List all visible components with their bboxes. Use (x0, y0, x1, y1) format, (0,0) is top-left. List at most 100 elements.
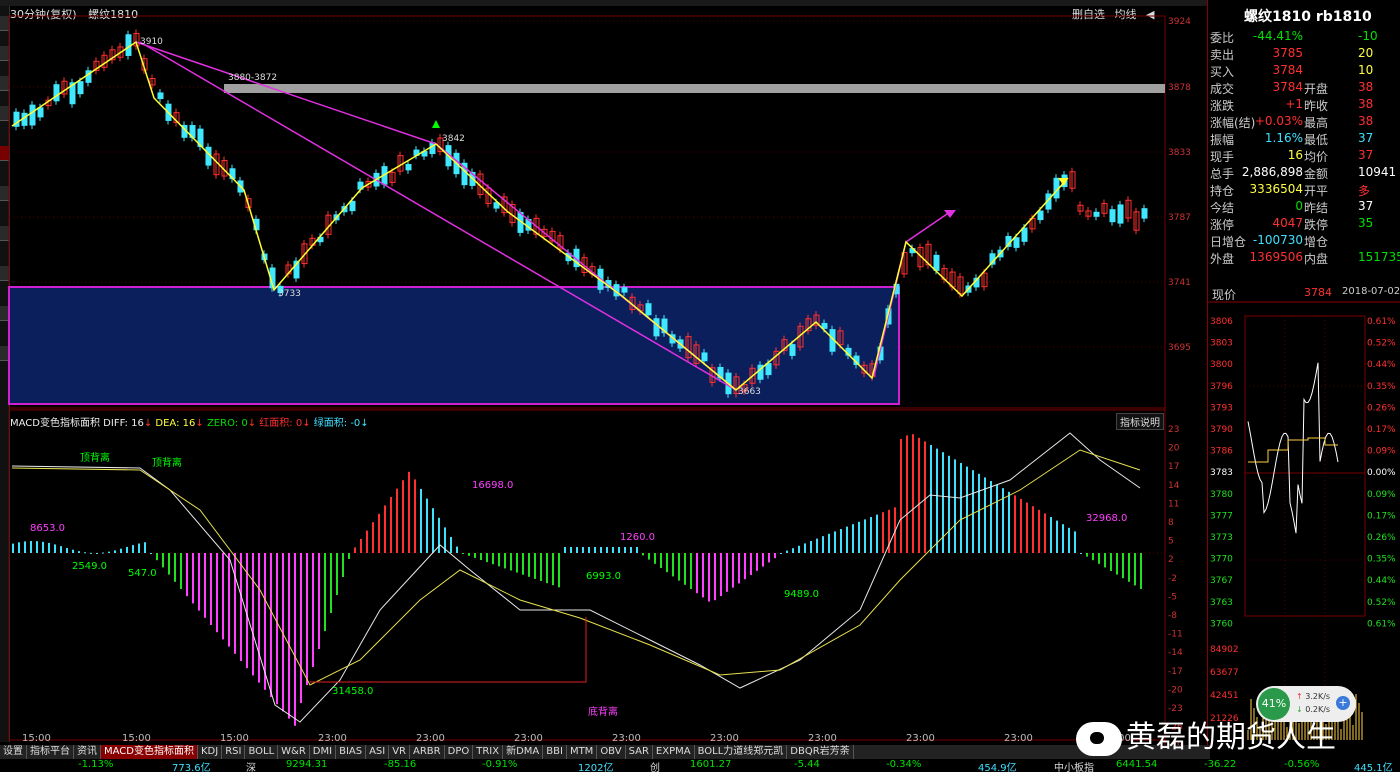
candle-body (405, 163, 412, 171)
tab-wr[interactable]: W&R (278, 745, 310, 759)
macd-bar (306, 553, 308, 685)
macd-bar (558, 553, 560, 588)
tab-rsi[interactable]: RSI (222, 745, 246, 759)
tab-indicator-platform[interactable]: 指标平台 (27, 745, 74, 759)
quote-label-2: 最低 (1304, 133, 1329, 147)
macd-bar (876, 514, 878, 553)
tab-settings[interactable]: 设置 (0, 745, 27, 759)
macd-bar (414, 479, 416, 553)
svg-text:顶背离: 顶背离 (152, 456, 182, 469)
macd-bar (702, 553, 704, 598)
quote-label-2: 增仓 (1304, 235, 1329, 249)
macd-bar (1014, 495, 1016, 553)
intraday-price-tick: 3790 (1210, 425, 1233, 435)
intraday-pct-tick: 0.17% (1367, 425, 1396, 435)
tab-bias[interactable]: BIAS (336, 745, 367, 759)
intraday-pct-axis: 0.61% 0.52% 0.44% 0.35% 0.26% 0.17% 0.09% 0.00%… (1367, 317, 1396, 629)
intraday-pct-tick: 0.35% (1367, 555, 1396, 565)
macd-bar (834, 531, 836, 553)
tab-mtm[interactable]: MTM (567, 745, 598, 759)
macd-bar (114, 550, 116, 553)
tab-expma[interactable]: EXPMA (653, 745, 695, 759)
tab-arbr[interactable]: ARBR (410, 745, 445, 759)
quote-label-2: 跌停 (1304, 218, 1329, 232)
macd-bar (474, 553, 476, 558)
macd-axis-tick: 5 (1168, 537, 1174, 547)
macd-bar (534, 553, 536, 579)
macd-bar (642, 553, 644, 556)
macd-bar (186, 553, 188, 597)
quote-value-2: 多 (1358, 184, 1371, 198)
macd-bar (54, 544, 56, 553)
macd-bar (768, 553, 770, 563)
svg-text:23:00: 23:00 (808, 733, 837, 744)
quote-value: 16 (1287, 148, 1303, 162)
svg-text:6993.0: 6993.0 (586, 571, 621, 582)
quote-label: 涨跌 (1210, 99, 1235, 113)
svg-text:顶背离: 顶背离 (80, 451, 110, 464)
svg-text:23:00: 23:00 (514, 733, 543, 744)
intraday-price-tick: 3777 (1210, 511, 1233, 521)
quote-row: 涨跌 +1 昨收 38 (1208, 97, 1400, 114)
macd-bar (732, 553, 734, 588)
svg-text:8653.0: 8653.0 (30, 523, 65, 534)
macd-bar (390, 497, 392, 553)
quote-value-2: 35 (1358, 216, 1374, 230)
tab-news[interactable]: 资讯 (74, 745, 101, 759)
tab-dbqr[interactable]: DBQR岩芳荼 (787, 745, 854, 759)
indicator-help-button[interactable]: 指标说明 (1116, 413, 1164, 430)
tab-obv[interactable]: OBV (597, 745, 626, 759)
quote-row: 涨幅(结) +0.03% 最高 38 (1208, 114, 1400, 131)
macd-bar (546, 553, 548, 584)
tab-asi[interactable]: ASI (366, 745, 390, 759)
macd-bar (846, 526, 848, 553)
quote-row: 日增仓 -100730 增仓 (1208, 233, 1400, 250)
tab-macd[interactable]: MACD变色指标面积 (101, 745, 198, 759)
macd-bar (234, 553, 236, 654)
macd-bar (1086, 553, 1088, 557)
quote-label: 涨停 (1210, 218, 1235, 232)
tab-boll[interactable]: BOLL (245, 745, 279, 759)
svg-text:23:00: 23:00 (318, 733, 347, 744)
buy-signal-arrow-icon (432, 120, 440, 128)
macd-bar (1140, 553, 1142, 589)
tab-vr[interactable]: VR (389, 745, 411, 759)
macd-bar (240, 553, 242, 661)
quote-value: 3336504 (1249, 182, 1303, 196)
plus-icon[interactable]: + (1336, 696, 1350, 710)
macd-bar (468, 553, 470, 556)
candle-body (1141, 208, 1148, 219)
intraday-price-tick: 3803 (1210, 339, 1233, 349)
macd-bar (432, 508, 434, 553)
tab-bbi[interactable]: BBI (543, 745, 567, 759)
macd-diff: DIFF: 16 (103, 418, 144, 429)
quote-row: 卖出 3785 20 (1208, 46, 1400, 63)
resistance-zone (224, 84, 1165, 93)
tab-sar[interactable]: SAR (626, 745, 653, 759)
macd-bar (84, 552, 86, 554)
tab-trix[interactable]: TRIX (473, 745, 504, 759)
macd-bar (36, 541, 38, 553)
tab-new-dma[interactable]: 新DMA (503, 745, 544, 759)
macd-bar (690, 553, 692, 589)
tab-dpo[interactable]: DPO (445, 745, 474, 759)
quote-row: 外盘 1369506 内盘 151735 (1208, 250, 1400, 267)
macd-bar (318, 553, 320, 649)
quote-row: 买入 3784 10 (1208, 63, 1400, 80)
intraday-pct-tick: 0.61% (1367, 619, 1396, 629)
svg-text:23:00: 23:00 (906, 733, 935, 744)
macd-bar (216, 553, 218, 633)
macd-bar (552, 553, 554, 586)
macd-name[interactable]: MACD变色指标面积 (10, 418, 100, 429)
macd-header: MACD变色指标面积 DIFF: 16↓ DEA: 16↓ ZERO: 0↓ 红… (10, 418, 369, 429)
tab-kdj[interactable]: KDJ (198, 745, 223, 759)
quote-value: +1 (1285, 97, 1303, 111)
macd-axis-tick: 2 (1168, 555, 1174, 565)
intraday-price-tick: 3783 (1210, 468, 1233, 478)
tab-dmi[interactable]: DMI (310, 745, 337, 759)
quote-value: 3784 (1272, 80, 1303, 94)
intraday-price-tick: 3806 (1210, 317, 1233, 327)
quote-value-2: 38 (1358, 97, 1374, 111)
tab-boll-force[interactable]: BOLL力道线郑元凯 (695, 745, 788, 759)
quote-row: 持仓 3336504 开平 多 (1208, 182, 1400, 199)
